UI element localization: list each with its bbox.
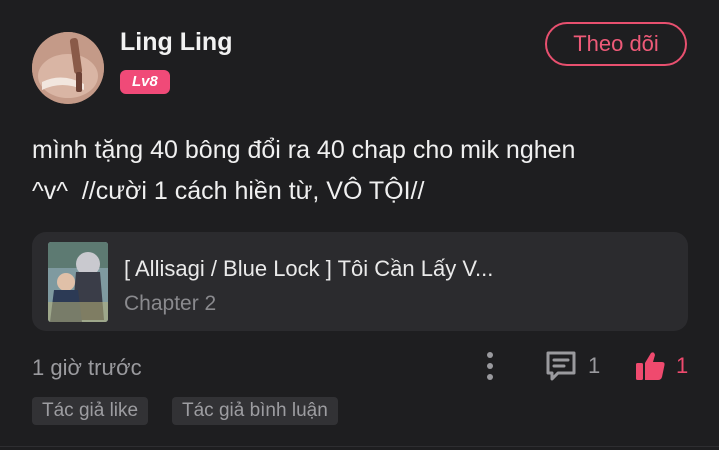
reply-button[interactable]: 1 xyxy=(544,349,600,383)
follow-button[interactable]: Theo dõi xyxy=(545,22,687,66)
manga-chapter[interactable]: Chapter 2 xyxy=(124,292,216,316)
manga-cover-image xyxy=(48,242,108,322)
comment-bubble-icon xyxy=(546,351,576,381)
comment-text: mình tặng 40 bông đổi ra 40 chap cho mik… xyxy=(32,130,692,212)
thumbs-up-icon xyxy=(636,352,665,380)
divider xyxy=(0,446,719,447)
tag-author-liked[interactable]: Tác giả like xyxy=(32,397,149,425)
like-button[interactable]: 1 xyxy=(634,349,688,383)
like-count: 1 xyxy=(676,353,689,378)
comment-line: mình tặng 40 bông đổi ra 40 chap cho mik… xyxy=(32,136,576,164)
more-vertical-icon xyxy=(487,352,493,380)
tag-author-commented[interactable]: Tác giả bình luận xyxy=(172,397,338,425)
username[interactable]: Ling Ling xyxy=(120,28,232,57)
level-badge: Lv8 xyxy=(120,70,170,94)
comment-timestamp: 1 giờ trước xyxy=(32,355,142,380)
comment-line: ^v^ //cười 1 cách hiền từ, VÔ TỘI// xyxy=(32,177,425,205)
manga-card[interactable]: [ Allisagi / Blue Lock ] Tôi Cần Lấy V..… xyxy=(32,232,688,331)
more-options-button[interactable] xyxy=(478,350,502,382)
avatar-image xyxy=(32,32,104,104)
avatar[interactable] xyxy=(32,32,104,104)
reply-count: 1 xyxy=(588,353,601,378)
manga-title[interactable]: [ Allisagi / Blue Lock ] Tôi Cần Lấy V..… xyxy=(124,256,524,282)
